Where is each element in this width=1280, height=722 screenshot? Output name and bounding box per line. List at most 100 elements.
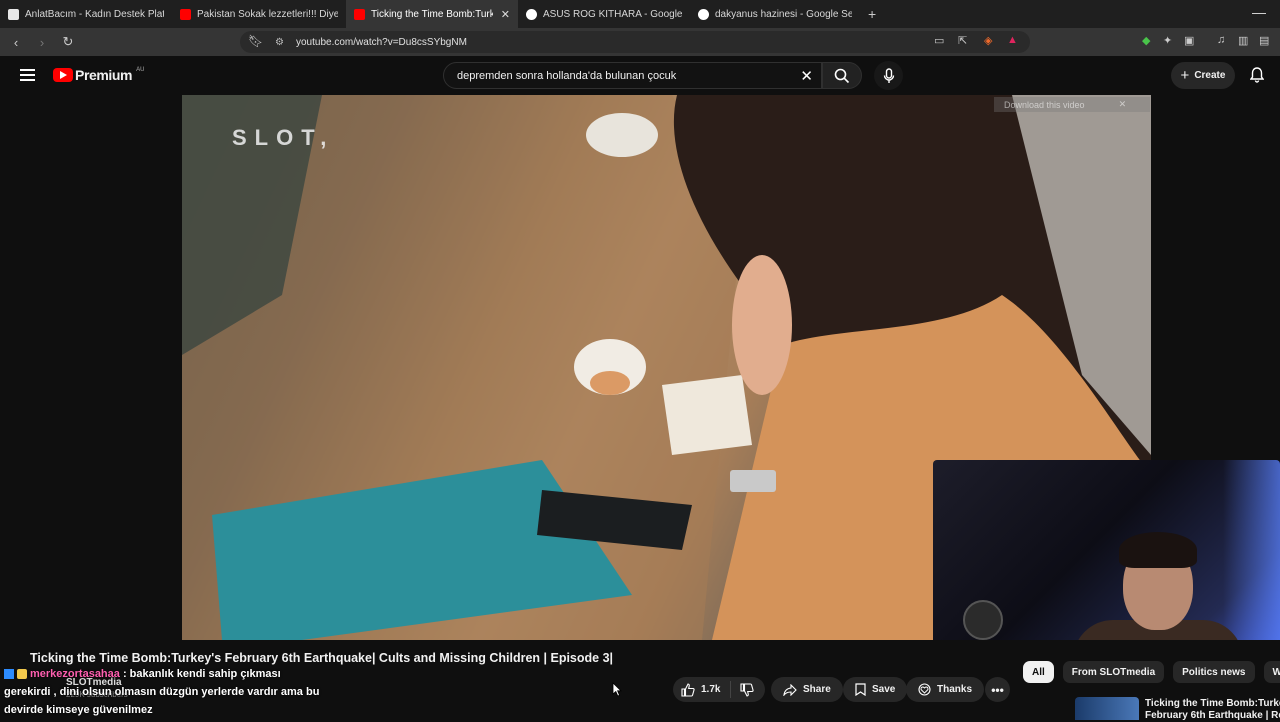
stream-chat-overlay: merkezortasahaa : bakanlık kendi sahip ç… <box>4 665 319 719</box>
url-text: youtube.com/watch?v=Du8csSYbgNM <box>296 37 467 48</box>
chat-badge-icon <box>4 669 14 679</box>
thumbs-up-icon <box>681 683 695 697</box>
brave-shield-icon[interactable]: ◈ <box>984 34 992 47</box>
screenshot-icon[interactable]: ▣ <box>1184 34 1194 47</box>
like-dislike-group: 1.7k <box>673 677 765 702</box>
search-button[interactable] <box>822 62 862 89</box>
browser-toolbar: ‹ › ↻ ⚙ youtube.com/watch?v=Du8csSYbgNM <box>0 28 1280 56</box>
dislike-button[interactable] <box>731 683 754 697</box>
tab-title: Ticking the Time Bomb:Turke <box>371 9 493 20</box>
close-download-icon[interactable]: ✕ <box>1119 99 1127 110</box>
create-label: Create <box>1194 70 1225 81</box>
wallet-icon[interactable]: ▤ <box>1259 34 1269 47</box>
bookmark-icon[interactable]: 🔖︎ <box>248 34 263 48</box>
youtube-favicon-icon <box>354 9 365 20</box>
more-dots-icon: ••• <box>991 683 1004 697</box>
channel-watermark: SLOT, <box>232 125 334 151</box>
bookmark-save-icon <box>855 683 866 696</box>
mouse-cursor-icon <box>612 682 622 697</box>
cast-icon[interactable]: ▭ <box>934 34 944 47</box>
region-code: AU <box>136 67 144 73</box>
tab-title: Pakistan Sokak lezzetleri!!! Diye diye <box>197 9 338 20</box>
save-button[interactable]: Save <box>843 677 907 702</box>
browser-tab-2[interactable]: Pakistan Sokak lezzetleri!!! Diye diye <box>172 0 346 28</box>
youtube-header: Premium AU depremden sonra hollanda'da b… <box>0 56 1280 95</box>
share-label: Share <box>803 684 831 695</box>
youtube-premium-logo[interactable]: Premium AU <box>53 67 144 83</box>
share-button-wrap: Share <box>771 677 843 702</box>
youtube-play-icon <box>53 68 73 82</box>
notifications-bell-icon[interactable] <box>1250 67 1264 83</box>
chip-from-slotmedia[interactable]: From SLOTmedia <box>1063 661 1164 683</box>
brand-text: Premium <box>75 67 132 83</box>
google-favicon-icon <box>526 9 537 20</box>
browser-tab-5[interactable]: dakyanus hazinesi - Google Search <box>690 0 860 28</box>
new-tab-button[interactable]: + <box>868 6 876 22</box>
streamer-hair <box>1119 532 1197 568</box>
search-icon <box>834 68 850 84</box>
anlatbacim-favicon-icon <box>8 9 19 20</box>
menu-icon[interactable] <box>20 69 35 84</box>
chat-username: merkezortasahaa <box>30 668 120 680</box>
brave-rewards-icon[interactable]: ▲ <box>1007 34 1018 46</box>
site-settings-icon[interactable]: ⚙ <box>275 37 284 48</box>
chip-politics-news[interactable]: Politics news <box>1173 661 1254 683</box>
save-button-wrap: Save <box>843 677 907 702</box>
download-video-button[interactable]: Download this video ✕ <box>994 97 1150 112</box>
plus-icon: + <box>1181 67 1190 84</box>
chat-message: gerekirdi , dini olsun olmasın düzgün ye… <box>4 683 319 701</box>
share-arrow-icon <box>783 684 797 696</box>
share-icon[interactable]: ⇱ <box>958 34 967 47</box>
tab-title: AnlatBacım - Kadın Destek Platformu <box>25 9 164 20</box>
share-button[interactable]: Share <box>771 677 843 702</box>
extension-icon[interactable]: ◆ <box>1142 34 1150 47</box>
chip-work[interactable]: Work <box>1264 661 1280 683</box>
close-tab-icon[interactable]: ✕ <box>501 8 510 21</box>
tab-title: ASUS ROG KITHARA - Google Search <box>543 9 682 20</box>
chat-message: devirde kimseye güvenilmez <box>4 701 319 719</box>
recommendation-thumbnail[interactable] <box>1075 697 1139 720</box>
video-title: Ticking the Time Bomb:Turkey's February … <box>30 651 613 665</box>
sidebar-icon[interactable]: ▥ <box>1238 34 1248 47</box>
youtube-favicon-icon <box>180 9 191 20</box>
search-input[interactable]: depremden sonra hollanda'da bulunan çocu… <box>443 62 822 89</box>
chip-all[interactable]: All <box>1023 661 1054 683</box>
search-query[interactable]: depremden sonra hollanda'da bulunan çocu… <box>457 70 800 82</box>
like-count: 1.7k <box>701 684 720 695</box>
recommendation-title[interactable]: Ticking the Time Bomb:Turkey February 6t… <box>1145 698 1280 722</box>
extensions-icon[interactable]: ✦ <box>1163 34 1172 47</box>
video-info-section: Ticking the Time Bomb:Turkey's February … <box>0 640 1280 720</box>
address-bar[interactable]: ⚙ youtube.com/watch?v=Du8csSYbgNM <box>240 31 1030 53</box>
thumbs-down-icon <box>740 683 754 697</box>
voice-search-button[interactable] <box>874 61 903 90</box>
browser-tab-4[interactable]: ASUS ROG KITHARA - Google Search <box>518 0 690 28</box>
minimize-icon[interactable]: — <box>1252 4 1266 20</box>
tab-title: dakyanus hazinesi - Google Search <box>715 9 852 20</box>
create-button[interactable]: + Create <box>1171 62 1235 89</box>
thanks-label: Thanks <box>937 684 972 695</box>
back-icon[interactable]: ‹ <box>6 35 26 50</box>
recommendation-filter-chips: All From SLOTmedia Politics news Work <box>1023 661 1280 683</box>
microphone-icon <box>963 600 1003 640</box>
reload-icon[interactable]: ↻ <box>58 34 78 50</box>
microphone-icon <box>883 68 895 84</box>
like-button[interactable]: 1.7k <box>673 681 731 698</box>
streamer-webcam-overlay <box>933 460 1280 656</box>
media-icon[interactable]: ♫ <box>1217 34 1225 46</box>
chat-message: : bakanlık kendi sahip çıkması <box>120 668 281 680</box>
save-label: Save <box>872 684 895 695</box>
browser-tab-1[interactable]: AnlatBacım - Kadın Destek Platformu <box>0 0 172 28</box>
clear-search-icon[interactable]: ✕ <box>800 67 813 85</box>
google-favicon-icon <box>698 9 709 20</box>
rgb-light <box>1223 460 1280 656</box>
thanks-button-wrap: Thanks <box>906 677 984 702</box>
recommendation-title-line: February 6th Earthquake | Red <box>1145 710 1280 722</box>
more-actions-button[interactable]: ••• <box>985 677 1010 702</box>
forward-icon[interactable]: › <box>32 35 52 50</box>
chat-badge-icon <box>17 669 27 679</box>
browser-tab-active[interactable]: Ticking the Time Bomb:Turke ✕ <box>346 0 518 28</box>
chat-line-1: merkezortasahaa : bakanlık kendi sahip ç… <box>4 665 319 683</box>
download-label: Download this video <box>1004 100 1085 110</box>
thanks-heart-icon <box>918 683 931 696</box>
thanks-button[interactable]: Thanks <box>906 677 984 702</box>
